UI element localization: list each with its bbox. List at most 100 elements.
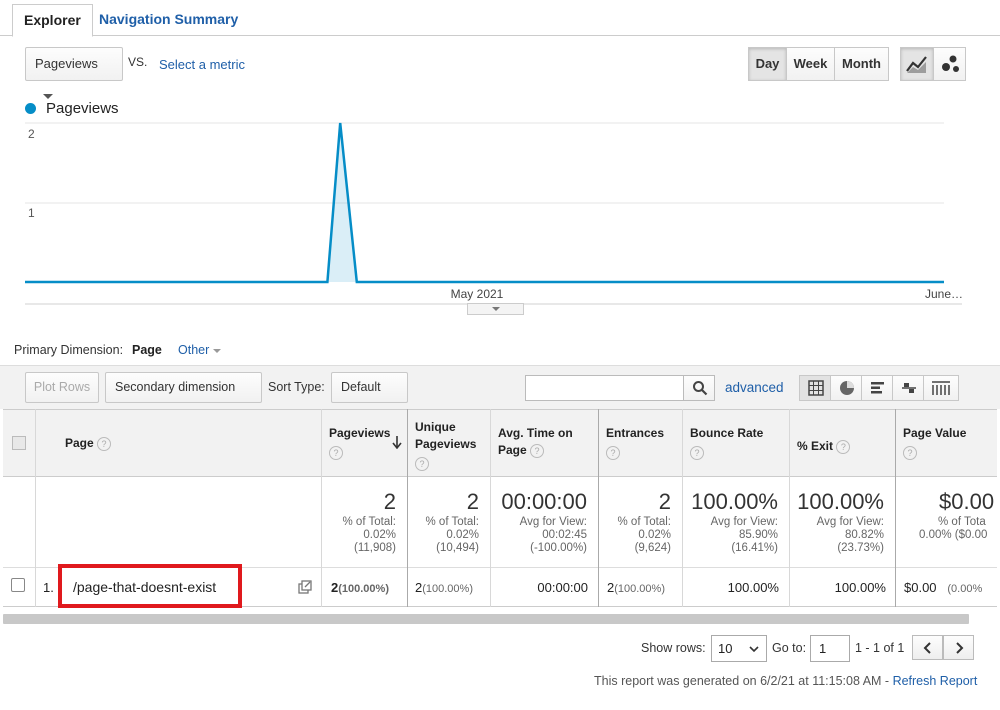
header-exit-label: % Exit — [797, 439, 834, 453]
header-unique-pageviews[interactable]: Unique Pageviews? — [415, 419, 476, 471]
goto-label: Go to: — [772, 641, 807, 655]
total-page-value-l2: 0.00% ($0.00 — [919, 529, 988, 541]
header-entrances-label: Entrances — [606, 426, 665, 440]
primary-dimension-page[interactable]: Page — [132, 343, 162, 357]
row-pageviews: 2(100.00%) — [331, 580, 389, 595]
header-page-value[interactable]: Page Value? — [903, 425, 966, 460]
chevron-down-icon — [749, 646, 759, 653]
total-exit-detail: Avg for View: 80.82% (23.73%) — [816, 516, 884, 554]
header-avg-time[interactable]: Avg. Time on Page ? — [498, 425, 573, 459]
show-rows-select[interactable]: 10 — [711, 635, 767, 662]
total-bounce: 100.00% — [691, 489, 778, 514]
total-entrances: 2 — [658, 489, 671, 514]
help-icon[interactable]: ? — [415, 457, 429, 471]
header-bounce-label: Bounce Rate — [690, 426, 764, 440]
page-link[interactable]: /page-that-doesnt-exist — [73, 578, 216, 596]
sort-type-dropdown[interactable]: Default — [331, 372, 408, 420]
bar-chart-icon — [871, 382, 884, 394]
refresh-report-link[interactable]: Refresh Report — [893, 674, 978, 688]
plot-rows-button[interactable]: Plot Rows — [25, 372, 99, 403]
table-view-toggle[interactable] — [799, 375, 831, 401]
help-icon[interactable]: ? — [606, 446, 620, 460]
motion-chart-toggle[interactable] — [933, 47, 966, 81]
comparison-view-toggle[interactable] — [892, 375, 924, 401]
sort-type-label: Sort Type: — [268, 380, 325, 394]
comparison-icon — [902, 383, 916, 393]
header-page-value-label: Page Value — [903, 426, 967, 440]
show-rows-label: Show rows: — [641, 641, 706, 655]
help-icon[interactable]: ? — [97, 436, 112, 451]
pie-view-toggle[interactable] — [830, 375, 862, 401]
line-chart-icon — [906, 56, 927, 73]
previous-page-button[interactable] — [912, 635, 943, 660]
bubble-chart-icon — [941, 55, 959, 72]
row-unique: 2(100.00%) — [415, 580, 473, 595]
y-tick-2: 2 — [28, 127, 35, 141]
help-icon[interactable]: ? — [329, 446, 343, 460]
help-icon[interactable]: ? — [690, 446, 704, 460]
secondary-dimension-dropdown[interactable]: Secondary dimension — [105, 372, 262, 420]
generated-text: This report was generated on 6/2/21 at 1… — [594, 674, 893, 688]
other-label: Other — [178, 343, 210, 357]
chevron-down-icon — [491, 307, 500, 311]
bar-view-toggle[interactable] — [861, 375, 893, 401]
chevron-right-icon — [956, 642, 964, 654]
row-checkbox[interactable] — [11, 578, 25, 592]
select-all-checkbox[interactable] — [12, 436, 26, 450]
help-icon[interactable]: ? — [836, 439, 851, 454]
pie-chart-icon — [840, 381, 854, 395]
metric-dropdown[interactable]: Pageviews — [25, 47, 123, 100]
pivot-icon — [932, 381, 950, 395]
chevron-left-icon — [923, 642, 931, 654]
total-bounce-detail: Avg for View: 85.90% (16.41%) — [710, 516, 778, 554]
total-page-value-l1: % of Tota — [938, 516, 986, 528]
total-unique: 2 — [466, 489, 479, 514]
header-exit[interactable]: % Exit ? — [797, 438, 851, 455]
next-page-button[interactable] — [943, 635, 974, 660]
row-page-value: $0.00 (0.00% — [904, 580, 983, 595]
help-icon[interactable]: ? — [530, 443, 545, 458]
header-page[interactable]: Page ? — [65, 435, 112, 452]
total-page-value: $0.00 — [939, 489, 995, 514]
header-entrances[interactable]: Entrances? — [606, 425, 664, 460]
day-button[interactable]: Day — [748, 47, 787, 81]
header-pageviews[interactable]: Pageviews ? — [329, 425, 402, 460]
select-metric-link[interactable]: Select a metric — [159, 57, 245, 72]
search-button[interactable] — [683, 375, 715, 401]
y-tick-1: 1 — [28, 206, 35, 220]
month-button[interactable]: Month — [834, 47, 889, 81]
x-tick-june: June… — [925, 287, 963, 301]
total-page-value-cell: $0.00 % of Tota 0.00% ($0.00 — [896, 477, 997, 568]
chart-resize-handle[interactable] — [467, 303, 524, 315]
header-page-label: Page — [65, 436, 94, 450]
open-page-icon[interactable] — [298, 580, 312, 594]
report-generated-note: This report was generated on 6/2/21 at 1… — [594, 674, 977, 688]
horizontal-scrollbar[interactable] — [3, 614, 969, 624]
page-range: 1 - 1 of 1 — [855, 641, 905, 655]
header-unique-label-1: Unique — [415, 420, 456, 434]
header-bounce-rate[interactable]: Bounce Rate? — [690, 425, 763, 460]
tab-explorer[interactable]: Explorer — [12, 4, 93, 37]
row-avg-time: 00:00:00 — [537, 580, 588, 595]
metric-dropdown-label: Pageviews — [35, 56, 98, 71]
tab-navigation-summary[interactable]: Navigation Summary — [88, 4, 249, 37]
show-rows-value: 10 — [718, 641, 733, 656]
chevron-down-icon — [213, 348, 222, 353]
table-grid-icon — [808, 380, 824, 396]
table-search-input[interactable] — [525, 375, 684, 401]
sort-type-value: Default — [341, 380, 381, 394]
goto-input[interactable]: 1 — [810, 635, 850, 662]
x-tick-may-2021: May 2021 — [451, 287, 504, 301]
secondary-dimension-label: Secondary dimension — [115, 380, 236, 394]
week-button[interactable]: Week — [786, 47, 835, 81]
advanced-filter-link[interactable]: advanced — [725, 380, 784, 395]
line-chart-toggle[interactable] — [900, 47, 934, 81]
pivot-view-toggle[interactable] — [923, 375, 959, 401]
primary-dimension-other[interactable]: Other — [178, 343, 222, 357]
total-entrances-detail: % of Total: 0.02% (9,624) — [617, 516, 672, 554]
header-unique-label-2: Pageviews — [415, 437, 477, 451]
help-icon[interactable]: ? — [903, 446, 917, 460]
total-avg-time: 00:00:00 — [501, 489, 587, 514]
row-page-value-cell: $0.00 (0.00% — [896, 568, 997, 607]
row-index: 1. — [43, 580, 54, 595]
